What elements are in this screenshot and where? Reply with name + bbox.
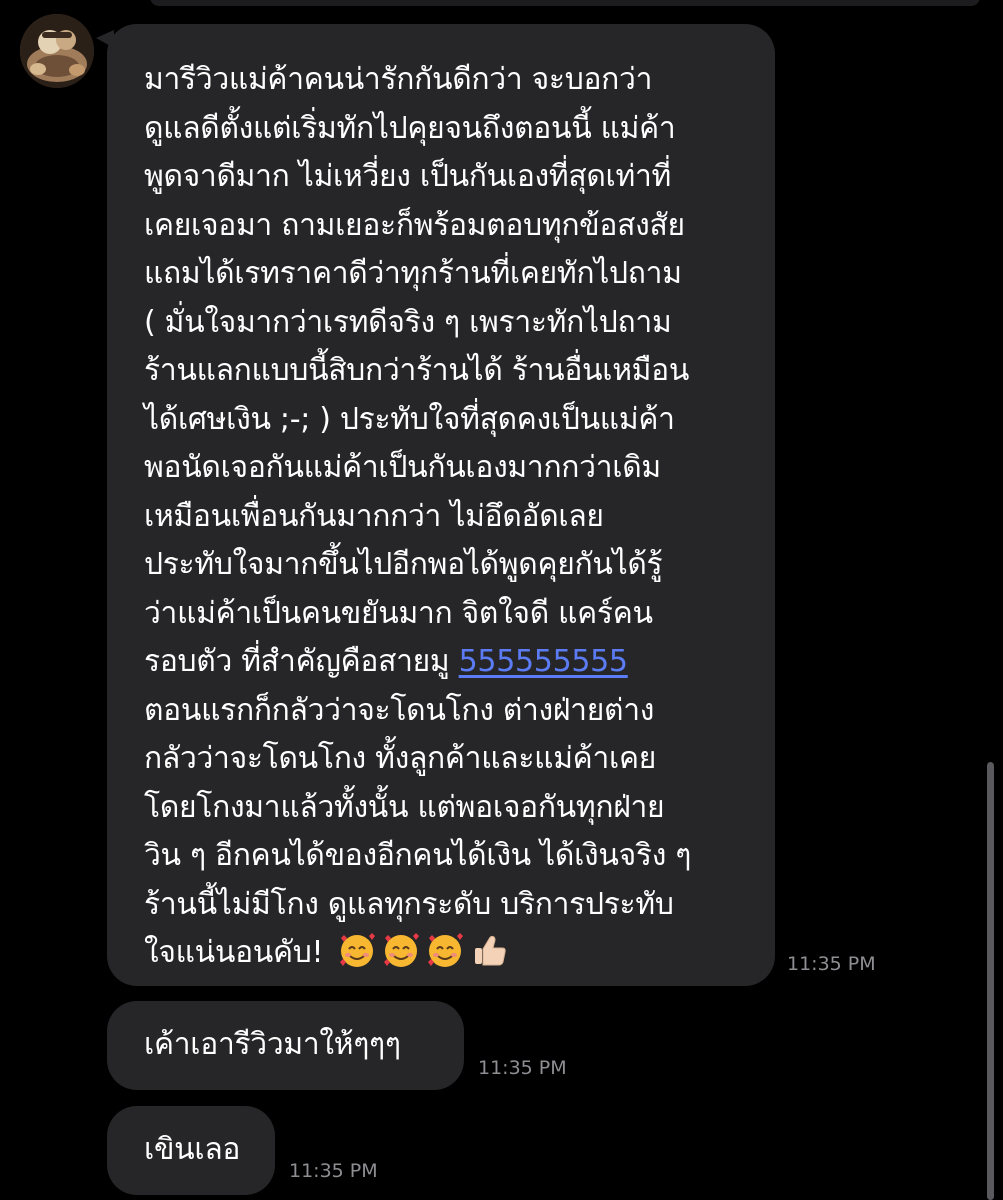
message-line: ว่าแม่ค้าเป็นคนขยันมาก จิตใจดี แคร์คน	[144, 595, 653, 631]
message-line: เหมือนเพื่อนกันมากกว่า ไม่อึดอัดเลย	[144, 498, 604, 534]
message-line: ได้เศษเงิน ;-; ) ประทับใจที่สุดคงเป็นแม่…	[144, 401, 675, 437]
message-line: มารีวิวแม่ค้าคนน่ารักกันดีกว่า จะบอกว่า	[144, 62, 653, 97]
thumbs-up-icon	[469, 930, 509, 970]
phone-number-link[interactable]: 555555555	[459, 644, 628, 679]
message-line: แถมได้เรทราคาดีว่าทุกร้านที่เคยทักไปถาม	[144, 256, 682, 291]
message-timestamp: 11:35 PM	[478, 1057, 567, 1079]
message-line: ประทับใจมากขึ้นไปอีกพอได้พูดคุยกันได้รู้	[144, 547, 663, 582]
message-line: ( มั่นใจมากว่าเรทดีจริง ๆ เพราะทักไปถาม	[144, 304, 672, 340]
message-line: กลัวว่าจะโดนโกง ทั้งลูกค้าและแม่ค้าเคย	[144, 741, 656, 776]
message-bubble[interactable]: เค้าเอารีวิวมาให้ๆๆๆ	[107, 1001, 464, 1090]
chat-view: มารีวิวแม่ค้าคนน่ารักกันดีกว่า จะบอกว่า …	[0, 0, 1003, 1200]
smiling-face-with-hearts-icon	[381, 930, 421, 970]
message-line: ดูแลดีตั้งแต่เริ่มทักไปคุยจนถึงตอนนี้ แม…	[144, 110, 676, 146]
message-line-with-link: รอบตัว ที่สำคัญคือสายมู 555555555	[144, 638, 739, 687]
message-text: รอบตัว ที่สำคัญคือสายมู	[144, 644, 459, 679]
message-text: เขินเลอ	[144, 1132, 241, 1167]
message-bubble[interactable]: เขินเลอ	[107, 1106, 275, 1195]
message-timestamp: 11:35 PM	[787, 953, 876, 975]
message-text: ใจแน่นอนคับ!	[144, 935, 324, 970]
message-line: พูดจาดีมาก ไม่เหวี่ยง เป็นกันเองที่สุดเท…	[144, 159, 672, 194]
message-line: ตอนแรกก็กลัวว่าจะโดนโกง ต่างฝ่ายต่าง	[144, 692, 655, 728]
message-line: ร้านแลกแบบนี้สิบกว่าร้านได้ ร้านอื่นเหมื…	[144, 353, 690, 388]
scrollbar[interactable]	[987, 762, 994, 1200]
message-line: เคยเจอมา ถามเยอะก็พร้อมตอบทุกข้อสงสัย	[144, 207, 685, 243]
message-line: พอนัดเจอกันแม่ค้าเป็นกันเองมากกว่าเดิม	[144, 450, 661, 485]
message-text: เค้าเอารีวิวมาให้ๆๆๆ	[144, 1027, 401, 1062]
message-line: ร้านนี้ไม่มีโกง ดูแลทุกระดับ บริการประทั…	[144, 886, 674, 922]
message-last-line: ใจแน่นอนคับ!	[144, 929, 739, 978]
message-bubble[interactable]: มารีวิวแม่ค้าคนน่ารักกันดีกว่า จะบอกว่า …	[107, 24, 775, 986]
previous-message-bubble-edge	[150, 0, 980, 6]
message-line: โดยโกงมาแล้วทั้งนั้น แต่พอเจอกันทุกฝ่าย	[144, 789, 665, 825]
smiling-face-with-hearts-icon	[337, 930, 377, 970]
message-timestamp: 11:35 PM	[289, 1160, 378, 1182]
smiling-face-with-hearts-icon	[425, 930, 465, 970]
sender-avatar[interactable]	[20, 14, 94, 88]
message-line: วิน ๆ อีกคนได้ของอีกคนได้เงิน ได้เงินจริ…	[144, 838, 692, 873]
